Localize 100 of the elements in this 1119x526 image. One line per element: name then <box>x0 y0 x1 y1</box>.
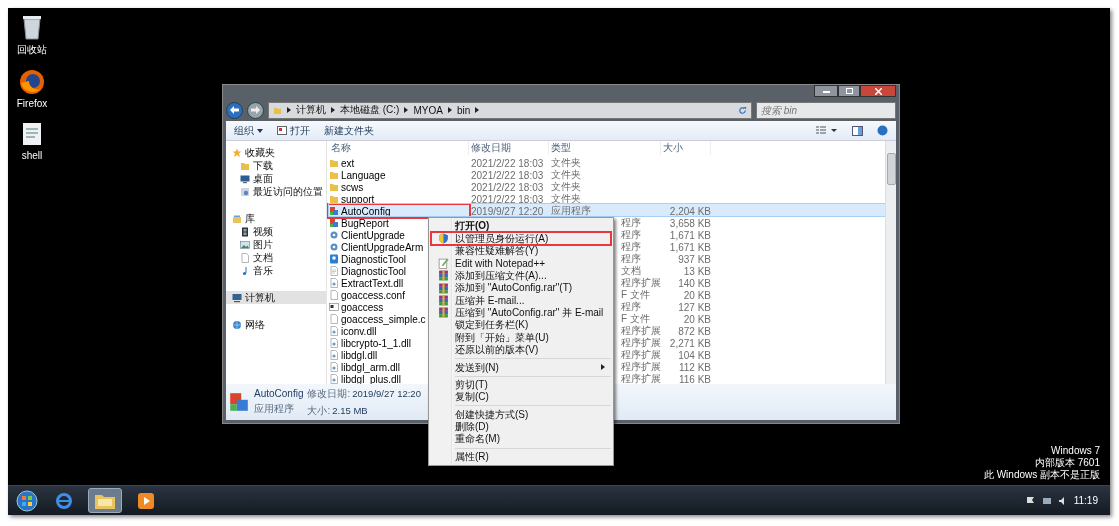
nav-item[interactable]: 库 <box>226 212 326 225</box>
type-cell-text: F 文件 <box>620 288 651 301</box>
desktop-icon-label[interactable]: shell <box>21 150 43 161</box>
file-name[interactable]: AutoConfig <box>329 205 469 217</box>
chevron-icon <box>475 107 480 113</box>
menu-item[interactable]: 打开(O) <box>431 220 611 233</box>
forward-button[interactable] <box>247 101 264 119</box>
tool-icon <box>329 254 339 264</box>
size-cell-text: 13 KB <box>682 265 711 277</box>
nav-item[interactable]: 最近访问的位置 <box>226 185 326 198</box>
toolbar-button[interactable]: 组织 <box>234 123 263 138</box>
type-cell-text: 程序扩展 <box>620 348 661 361</box>
network-icon <box>232 319 242 330</box>
file-type: 应用程序 <box>254 402 295 416</box>
desktop-icon-label[interactable]: Firefox <box>16 98 48 109</box>
desktop-icon-label[interactable]: 回收站 <box>17 43 47 57</box>
menu-item[interactable]: 附到「开始」菜单(U) <box>431 331 611 344</box>
nav-item[interactable]: 下载 <box>226 159 326 172</box>
flag-icon[interactable] <box>1025 495 1036 506</box>
selected-row[interactable]: AutoConfig 2019/9/27 12:20 应用程序 2,204 KB <box>329 204 885 216</box>
breadcrumb-item[interactable]: 本地磁盘 (C:) <box>340 103 400 117</box>
file-name[interactable]: support <box>329 193 469 205</box>
menu-item[interactable]: 锁定到任务栏(K) <box>431 319 611 332</box>
date-cell-text: 2021/2/22 18:03 <box>470 169 545 181</box>
caret-icon <box>257 128 263 133</box>
nav-item[interactable]: 收藏夹 <box>226 146 326 159</box>
type-cell-text: 程序 <box>620 216 642 229</box>
preview-pane-icon[interactable] <box>852 125 863 136</box>
menu-item[interactable]: 还原以前的版本(V) <box>431 343 611 357</box>
menu-item[interactable]: 删除(D) <box>431 420 611 434</box>
search-field[interactable]: 搜索 bin <box>756 101 896 119</box>
menu-item[interactable]: 以管理员身份运行(A) <box>431 232 611 245</box>
menu-item[interactable]: 压缩到 "AutoConfig.rar" 并 E-mail <box>431 306 611 320</box>
close-button[interactable] <box>860 85 896 97</box>
size-cell-text: 112 KB <box>677 361 711 373</box>
network-icon[interactable] <box>1041 495 1052 506</box>
column-header[interactable]: 修改日期 <box>469 141 549 155</box>
column-header[interactable]: 类型 <box>549 141 661 155</box>
toolbar-button[interactable]: 打开 <box>277 123 310 138</box>
size-cell-text: 20 KB <box>682 289 711 301</box>
breadcrumb-item[interactable]: MYOA <box>413 104 443 116</box>
column-header[interactable]: 名称 <box>329 141 469 155</box>
library-icon <box>232 213 242 224</box>
dll-file-icon <box>329 362 339 372</box>
back-arrow-icon <box>230 106 239 114</box>
nav-item[interactable]: 文档 <box>226 251 326 264</box>
type-cell-text: 程序 <box>620 300 642 314</box>
menu-item[interactable]: 复制(C) <box>431 391 611 404</box>
back-button[interactable] <box>226 101 243 119</box>
clock[interactable]: 11:19 <box>1073 495 1098 506</box>
os-notice-text: 此 Windows 副本不是正版 <box>983 469 1100 481</box>
maximize-button[interactable] <box>838 85 860 97</box>
menu-item[interactable]: 重命名(M) <box>431 433 611 446</box>
menu-item[interactable]: Edit with Notepad++ <box>431 257 611 270</box>
menu-item[interactable]: 创建快捷方式(S) <box>431 408 611 421</box>
start-button[interactable] <box>14 488 40 513</box>
nav-item[interactable]: 计算机 <box>226 291 326 304</box>
field-label: 大小: <box>307 403 331 418</box>
column-header[interactable]: 大小 <box>661 141 711 155</box>
nav-item[interactable]: 桌面 <box>226 172 326 185</box>
breadcrumb-item[interactable]: bin <box>456 104 471 116</box>
size-cell-text: 104 KB <box>677 349 711 361</box>
monitor-icon <box>240 173 250 184</box>
browser-icon <box>19 69 45 95</box>
size-cell-text: 3,658 KB <box>668 217 711 229</box>
type-cell-text: 程序 <box>620 252 642 265</box>
size-cell-text: 20 KB <box>682 313 711 325</box>
size-cell-text: 1,671 KB <box>668 229 711 241</box>
console-icon <box>329 302 339 312</box>
minimize-icon <box>822 89 830 93</box>
nav-item[interactable]: 音乐 <box>226 264 326 277</box>
nav-item[interactable]: 网络 <box>226 318 326 331</box>
breadcrumb-item[interactable]: 计算机 <box>296 103 326 117</box>
size-cell-text: 2,204 KB <box>668 205 711 217</box>
media-player-icon <box>137 491 155 510</box>
minimize-button[interactable] <box>814 85 838 97</box>
view-options-icon[interactable] <box>816 126 838 135</box>
nav-item[interactable]: 图片 <box>226 238 326 251</box>
type-cell-text: 文件夹 <box>550 156 582 169</box>
menu-item[interactable]: 剪切(T) <box>431 378 611 392</box>
type-cell-text: 文档 <box>620 264 642 277</box>
file-name[interactable]: scws <box>329 181 469 193</box>
menu-item[interactable]: 压缩并 E-mail... <box>431 294 611 307</box>
size-cell-text: 127 KB <box>677 301 711 313</box>
menu-item[interactable]: 属性(R) <box>431 450 611 464</box>
menu-item[interactable]: 添加到 "AutoConfig.rar"(T) <box>431 281 611 295</box>
size-cell-text: 937 KB <box>677 253 711 265</box>
file-name[interactable]: ext <box>329 157 469 169</box>
file-name[interactable]: Language <box>329 169 469 181</box>
address-bar[interactable]: 计算机 本地磁盘 (C:) MYOA bin <box>268 101 752 119</box>
dll-file-icon <box>329 338 339 348</box>
toolbar-button[interactable]: 新建文件夹 <box>324 123 374 138</box>
menu-item[interactable]: 发送到(N) <box>431 361 611 374</box>
application-icon <box>329 206 339 216</box>
menu-item[interactable]: 兼容性疑难解答(Y) <box>431 244 611 258</box>
nav-item[interactable]: 视频 <box>226 225 326 238</box>
menu-item[interactable]: 添加到压缩文件(A)... <box>431 269 611 282</box>
scrollbar[interactable] <box>885 141 896 384</box>
size-cell-text: 2,271 KB <box>668 337 711 349</box>
folder-icon <box>240 160 250 171</box>
